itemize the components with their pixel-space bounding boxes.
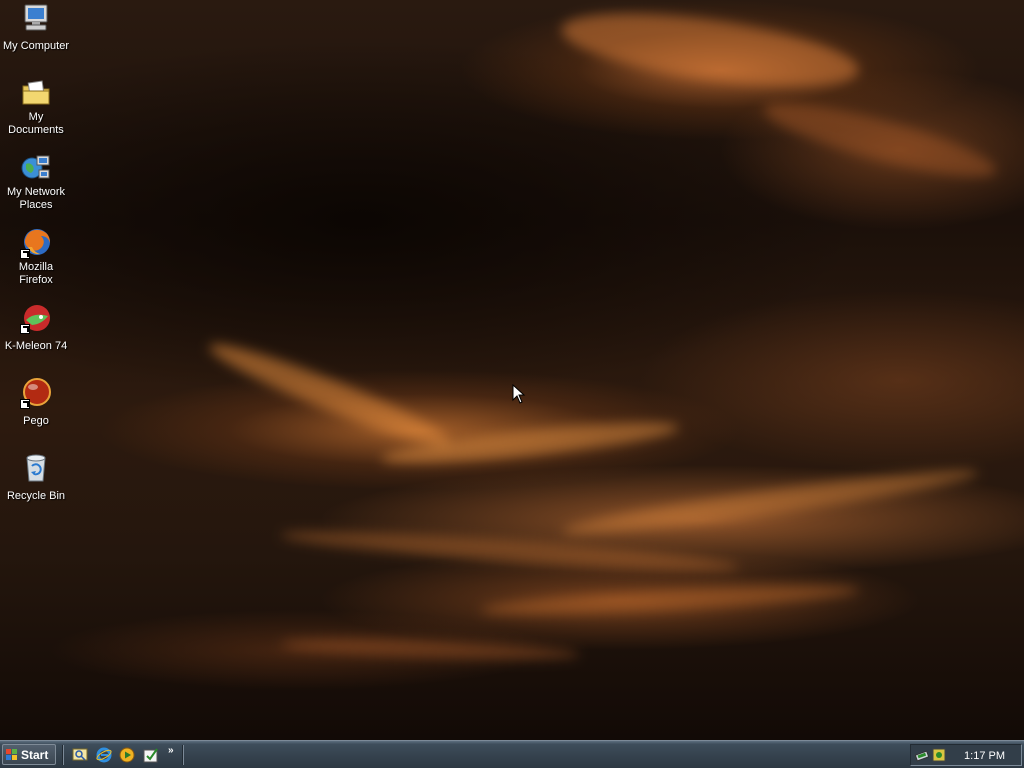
desktop-icon-firefox[interactable]: Mozilla Firefox xyxy=(0,227,72,288)
desktop-icon-label: My Computer xyxy=(2,40,70,52)
show-desktop-icon[interactable] xyxy=(72,747,88,763)
desktop-icon-label: My Documents xyxy=(8,111,64,136)
desktop-icon-my-computer[interactable]: My Computer xyxy=(0,2,72,54)
desktop-icon-label: Recycle Bin xyxy=(6,490,66,502)
desktop[interactable]: My Computer My Documents My Network Plac… xyxy=(0,0,1024,768)
security-tray-icon[interactable] xyxy=(932,748,946,762)
network-places-icon xyxy=(20,152,52,184)
desktop-icon-label: My Network Places xyxy=(6,186,66,211)
my-documents-icon xyxy=(20,77,52,109)
mouse-pointer-icon xyxy=(512,383,526,404)
desktop-icon-label: Mozilla Firefox xyxy=(18,261,54,286)
network-tray-icon[interactable] xyxy=(914,748,930,762)
windows-logo-icon xyxy=(6,748,18,761)
start-label: Start xyxy=(21,747,49,762)
my-computer-icon xyxy=(20,2,52,34)
desktop-icon-label: K-Meleon 74 xyxy=(4,340,68,352)
desktop-icon-pego[interactable]: Pego xyxy=(0,377,72,429)
recycle-bin-icon xyxy=(20,452,52,484)
k-meleon-icon xyxy=(20,302,52,334)
taskbar-separator xyxy=(62,745,64,765)
start-button[interactable]: Start xyxy=(2,744,56,765)
clock[interactable]: 1:17 PM xyxy=(964,750,1005,762)
system-tray: 1:17 PM xyxy=(910,744,1022,766)
desktop-icon-my-documents[interactable]: My Documents xyxy=(0,77,72,138)
desktop-icon-recycle-bin[interactable]: Recycle Bin xyxy=(0,452,72,504)
pego-icon xyxy=(20,377,52,409)
launch-app-icon[interactable] xyxy=(143,747,159,763)
desktop-icon-k-meleon[interactable]: K-Meleon 74 xyxy=(0,302,72,354)
shortcut-arrow-icon xyxy=(20,399,30,409)
taskbar-separator xyxy=(182,745,184,765)
internet-explorer-icon[interactable] xyxy=(96,747,112,763)
quick-launch-chevron[interactable]: » xyxy=(168,745,174,756)
desktop-icon-network-places[interactable]: My Network Places xyxy=(0,152,72,213)
firefox-icon xyxy=(20,227,52,259)
taskbar: Start » 1:17 PM xyxy=(0,740,1024,768)
shortcut-arrow-icon xyxy=(20,324,30,334)
media-player-icon[interactable] xyxy=(119,747,135,763)
desktop-wallpaper xyxy=(0,0,1024,740)
desktop-icon-label: Pego xyxy=(23,415,49,427)
shortcut-arrow-icon xyxy=(20,249,30,259)
